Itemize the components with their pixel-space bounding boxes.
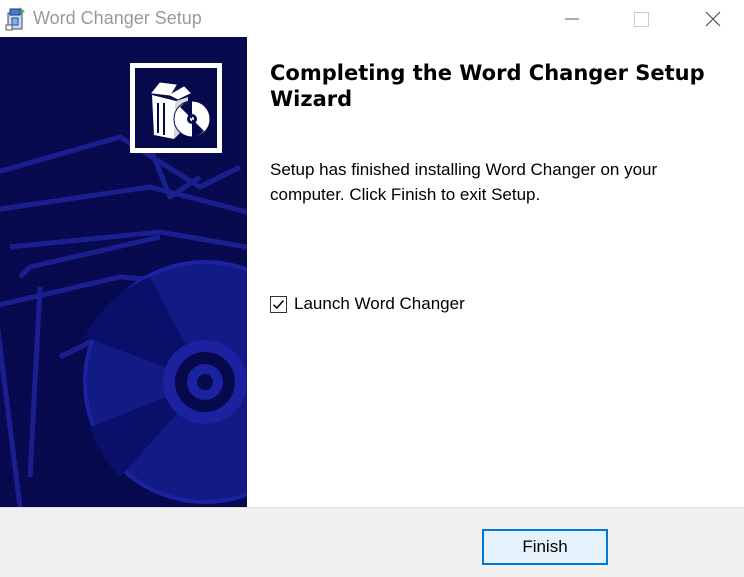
finish-button[interactable]: Finish (482, 529, 608, 565)
minimize-icon (565, 18, 579, 20)
title-bar[interactable]: Word Changer Setup (0, 0, 744, 37)
maximize-button[interactable] (606, 0, 676, 37)
maximize-icon (634, 12, 649, 27)
window-title: Word Changer Setup (33, 8, 202, 28)
completion-message: Setup has finished installing Word Chang… (270, 160, 658, 204)
launch-app-checkbox[interactable]: Launch Word Changer (270, 292, 465, 316)
installer-icon (5, 5, 29, 31)
close-button[interactable] (676, 0, 744, 37)
wizard-banner (0, 37, 247, 507)
wizard-footer (0, 507, 744, 577)
checkbox-box[interactable] (270, 295, 287, 313)
launch-app-label[interactable]: Launch Word Changer (294, 294, 465, 314)
close-icon (705, 11, 721, 27)
minimize-button[interactable] (538, 0, 608, 37)
setup-wizard-window: Word Changer Setup Completing the Word C… (0, 0, 744, 577)
setup-box-cd-icon (130, 63, 222, 153)
checkmark-icon (272, 299, 285, 309)
wizard-heading: Completing the Word Changer Setup Wizard (270, 61, 705, 111)
